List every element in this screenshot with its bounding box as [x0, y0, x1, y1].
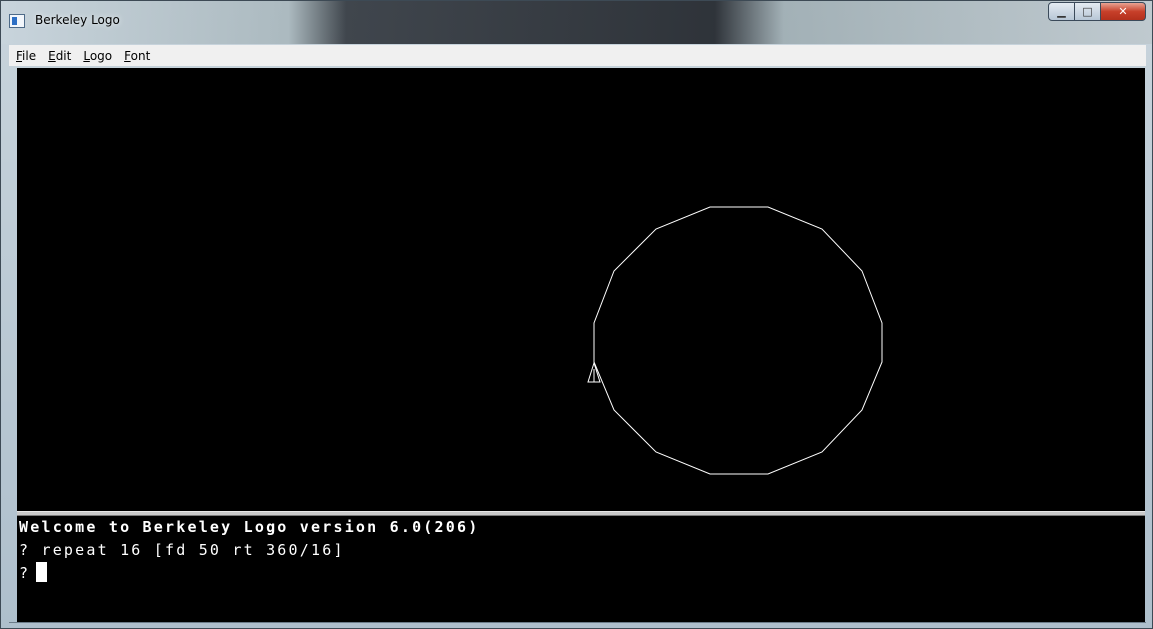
drawn-polygon [593, 206, 883, 475]
minimize-icon: ▁ [1057, 5, 1066, 18]
maximize-button[interactable]: □ [1075, 2, 1101, 21]
menu-font[interactable]: Font [118, 49, 156, 63]
app-icon[interactable] [9, 14, 25, 28]
text-cursor [36, 562, 48, 582]
command-line: ? repeat 16 [fd 50 rt 360/16] [19, 541, 345, 559]
menu-edit[interactable]: Edit [42, 49, 77, 63]
menu-bar: File Edit Logo Font [9, 45, 1146, 66]
turtle-drawing [587, 206, 883, 475]
console-pane[interactable]: Welcome to Berkeley Logo version 6.0(206… [17, 516, 1145, 622]
menu-logo[interactable]: Logo [77, 49, 118, 63]
title-bar[interactable]: Berkeley Logo ▁ □ ✕ [1, 1, 1152, 44]
window-bottom-edge [9, 622, 1146, 623]
window-title: Berkeley Logo [35, 13, 120, 27]
minimize-button[interactable]: ▁ [1048, 2, 1075, 21]
graphics-canvas[interactable] [17, 68, 1145, 511]
input-line[interactable]: ? [19, 562, 1145, 585]
prompt-symbol: ? [19, 564, 31, 582]
welcome-message: Welcome to Berkeley Logo version 6.0(206… [19, 518, 480, 536]
menu-file[interactable]: File [10, 49, 42, 63]
app-window: Berkeley Logo ▁ □ ✕ File Edit Logo Font … [0, 0, 1153, 629]
close-icon: ✕ [1118, 5, 1128, 18]
maximize-icon: □ [1082, 5, 1093, 18]
window-controls: ▁ □ ✕ [1048, 2, 1146, 22]
close-button[interactable]: ✕ [1101, 2, 1146, 21]
